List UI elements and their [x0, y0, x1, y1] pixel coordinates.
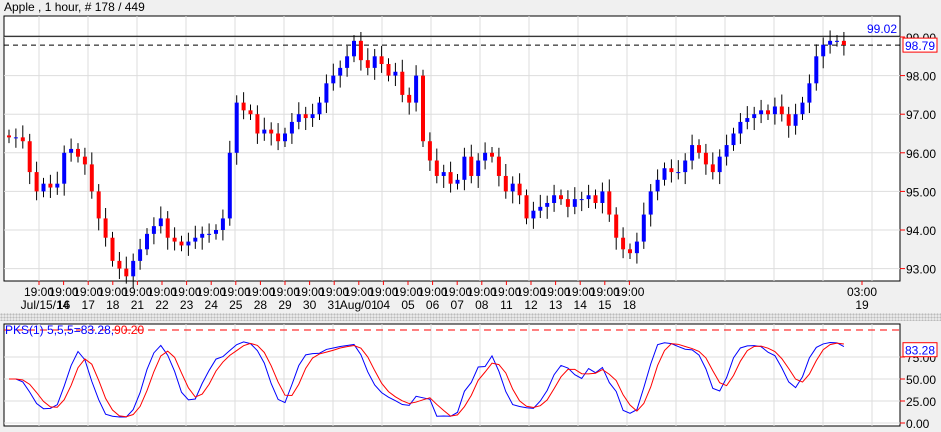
indicator-panel[interactable]: 75.0050.0025.000.00PKS(1) 5,5,5=83.28,90…: [0, 0, 941, 432]
indicator-label-part: 5,5,5=83.28,: [44, 323, 114, 337]
indicator-label: PKS(1) 5,5,5=83.28,90.20: [5, 323, 144, 337]
indicator-tick: 25.00: [906, 395, 936, 409]
indicator-tick: 0.00: [906, 417, 930, 431]
indicator-tick: 50.00: [906, 373, 936, 387]
indicator-box: [3, 323, 901, 427]
indicator-label-part: PKS(1): [5, 323, 44, 337]
indicator-value: 83.28: [905, 344, 935, 358]
indicator-label-part: 90.20: [114, 323, 144, 337]
